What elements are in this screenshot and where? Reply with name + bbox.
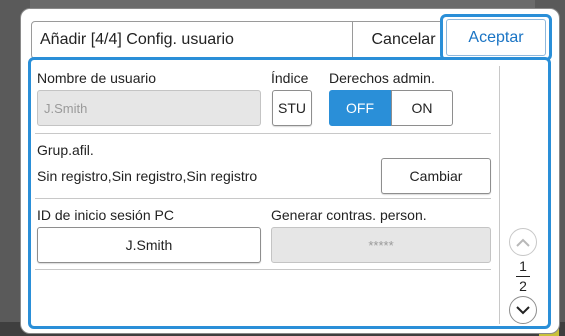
scroll-down-button[interactable] (509, 296, 537, 324)
accept-button-label: Aceptar (468, 28, 524, 46)
chevron-down-icon (516, 305, 530, 314)
dialog-title: Añadir [4/4] Config. usuario (31, 21, 353, 59)
gen-password-value: ***** (368, 237, 394, 253)
username-label: Nombre de usuario (37, 70, 157, 86)
chevron-up-icon (516, 238, 530, 247)
username-field: J.Smith (37, 90, 261, 126)
index-button[interactable]: STU (272, 90, 312, 126)
page-separator (516, 276, 530, 277)
accept-button[interactable]: Aceptar (440, 14, 552, 61)
cancel-button-label: Cancelar (371, 31, 436, 48)
pc-login-value: J.Smith (125, 237, 173, 253)
group-change-button[interactable]: Cambiar (381, 158, 491, 194)
admin-rights-label: Derechos admin. (329, 70, 435, 86)
accept-button-inner: Aceptar (446, 19, 546, 56)
group-label: Grup.afil. (37, 142, 94, 158)
user-settings-dialog: Añadir [4/4] Config. usuario Cancelar Ac… (20, 8, 560, 334)
admin-on-label: ON (411, 100, 433, 116)
divider-1 (35, 133, 491, 134)
gen-password-field: ***** (271, 227, 491, 263)
admin-on-toggle[interactable]: ON (391, 90, 453, 126)
dialog-title-text: Añadir [4/4] Config. usuario (40, 31, 234, 48)
settings-panel: Nombre de usuario J.Smith Índice STU Der… (28, 57, 551, 329)
index-label: Índice (271, 70, 309, 86)
scroll-up-button[interactable] (509, 228, 537, 256)
page-total: 2 (519, 278, 527, 294)
divider-2 (35, 198, 491, 199)
pc-login-label: ID de inicio sesión PC (37, 207, 174, 223)
gen-password-label: Generar contras. person. (271, 207, 427, 223)
group-value: Sin registro,Sin registro,Sin registro (37, 168, 258, 184)
divider-3 (35, 269, 491, 270)
pc-login-button[interactable]: J.Smith (37, 227, 261, 263)
username-value: J.Smith (44, 100, 88, 116)
index-button-label: STU (278, 100, 306, 116)
page-current: 1 (519, 258, 527, 274)
admin-off-label: OFF (346, 100, 374, 116)
scrollbar-divider (499, 66, 500, 324)
group-change-label: Cambiar (409, 168, 463, 184)
admin-off-toggle[interactable]: OFF (329, 90, 391, 126)
